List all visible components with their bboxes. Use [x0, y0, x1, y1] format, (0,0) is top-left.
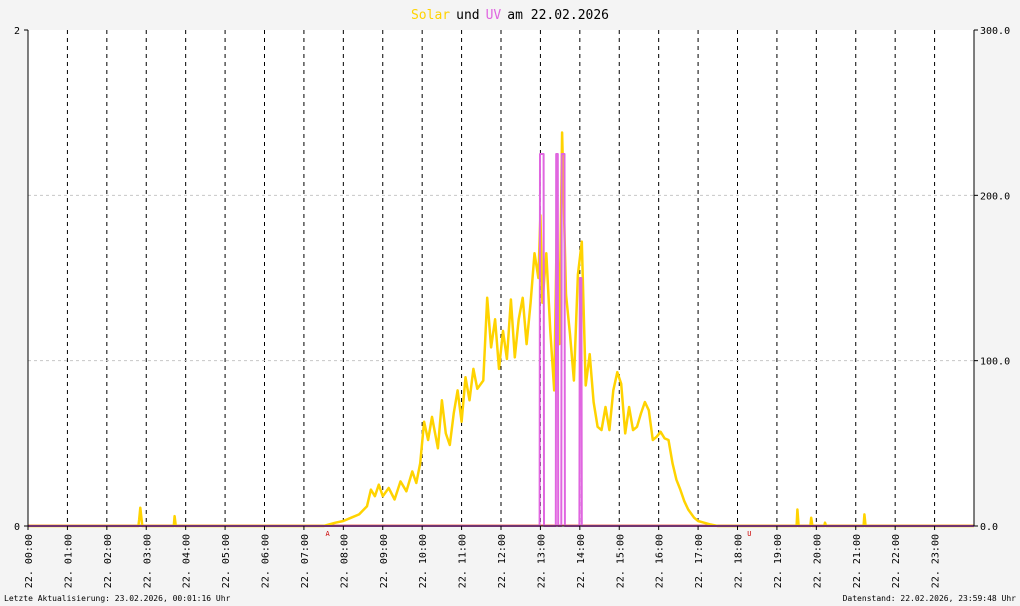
x-axis-tick-label: 22. 07:00	[300, 534, 311, 588]
x-axis-tick-label: 22. 20:00	[812, 534, 823, 588]
x-axis-tick-label: 22. 16:00	[655, 534, 666, 588]
title-solar: Solar	[411, 8, 450, 23]
x-axis-tick-label: 22. 18:00	[734, 534, 745, 588]
title-und: und	[456, 8, 479, 23]
x-axis-tick-label: 22. 23:00	[931, 534, 942, 588]
left-axis-tick-label: 2	[14, 26, 20, 37]
x-axis-tick-label: 22. 00:00	[24, 534, 35, 588]
footer-last-update: Letzte Aktualisierung: 23.02.2026, 00:01…	[4, 594, 231, 603]
x-axis-tick-label: 22. 01:00	[63, 534, 74, 588]
x-axis-tick-label: 22. 12:00	[497, 534, 508, 588]
footer-data-status: Datenstand: 22.02.2026, 23:59:48 Uhr	[843, 594, 1017, 603]
x-axis-tick-label: 22. 08:00	[339, 534, 350, 588]
chart-window: Solar und UV am 22.02.2026 2 0 300.0 200.0 100.…	[0, 0, 1020, 606]
right-axis-tick-label: 200.0	[980, 191, 1010, 202]
x-axis-tick-label: 22. 05:00	[221, 534, 232, 588]
x-axis-tick-label: 22. 04:00	[182, 534, 193, 588]
right-axis-tick-label: 100.0	[980, 357, 1010, 368]
left-axis-tick-label: 0	[14, 522, 20, 533]
solar-uv-chart: Solar und UV am 22.02.2026 2 0 300.0 200.0 100.…	[4, 8, 1017, 603]
x-axis-tick-label: 22. 22:00	[891, 534, 902, 588]
x-axis-tick-label: 22. 02:00	[103, 534, 114, 588]
x-axis-tick-label: 22. 11:00	[458, 534, 469, 588]
x-axis-tick-label: 22. 06:00	[261, 534, 272, 588]
right-axis-tick-label: 0.0	[980, 522, 998, 533]
x-axis-tick-label: 22. 14:00	[576, 534, 587, 588]
x-axis-tick-label: 22. 21:00	[852, 534, 863, 588]
x-axis-tick-label: 22. 15:00	[615, 534, 626, 588]
x-axis-tick-label: 22. 03:00	[142, 534, 153, 588]
x-axis-tick-label: 22. 10:00	[418, 534, 429, 588]
title-uv: UV	[486, 8, 502, 23]
x-axis-tick-label: 22. 13:00	[536, 534, 547, 588]
chart-title: Solar und UV am 22.02.2026	[411, 8, 609, 23]
sun-marker-u: U	[747, 530, 751, 538]
right-axis-tick-label: 300.0	[980, 26, 1010, 37]
sun-marker-a: A	[325, 530, 330, 538]
title-date: am 22.02.2026	[507, 8, 609, 23]
x-axis-tick-label: 22. 17:00	[694, 534, 705, 588]
x-axis-tick-label: 22. 19:00	[773, 534, 784, 588]
x-axis-tick-label: 22. 09:00	[379, 534, 390, 588]
